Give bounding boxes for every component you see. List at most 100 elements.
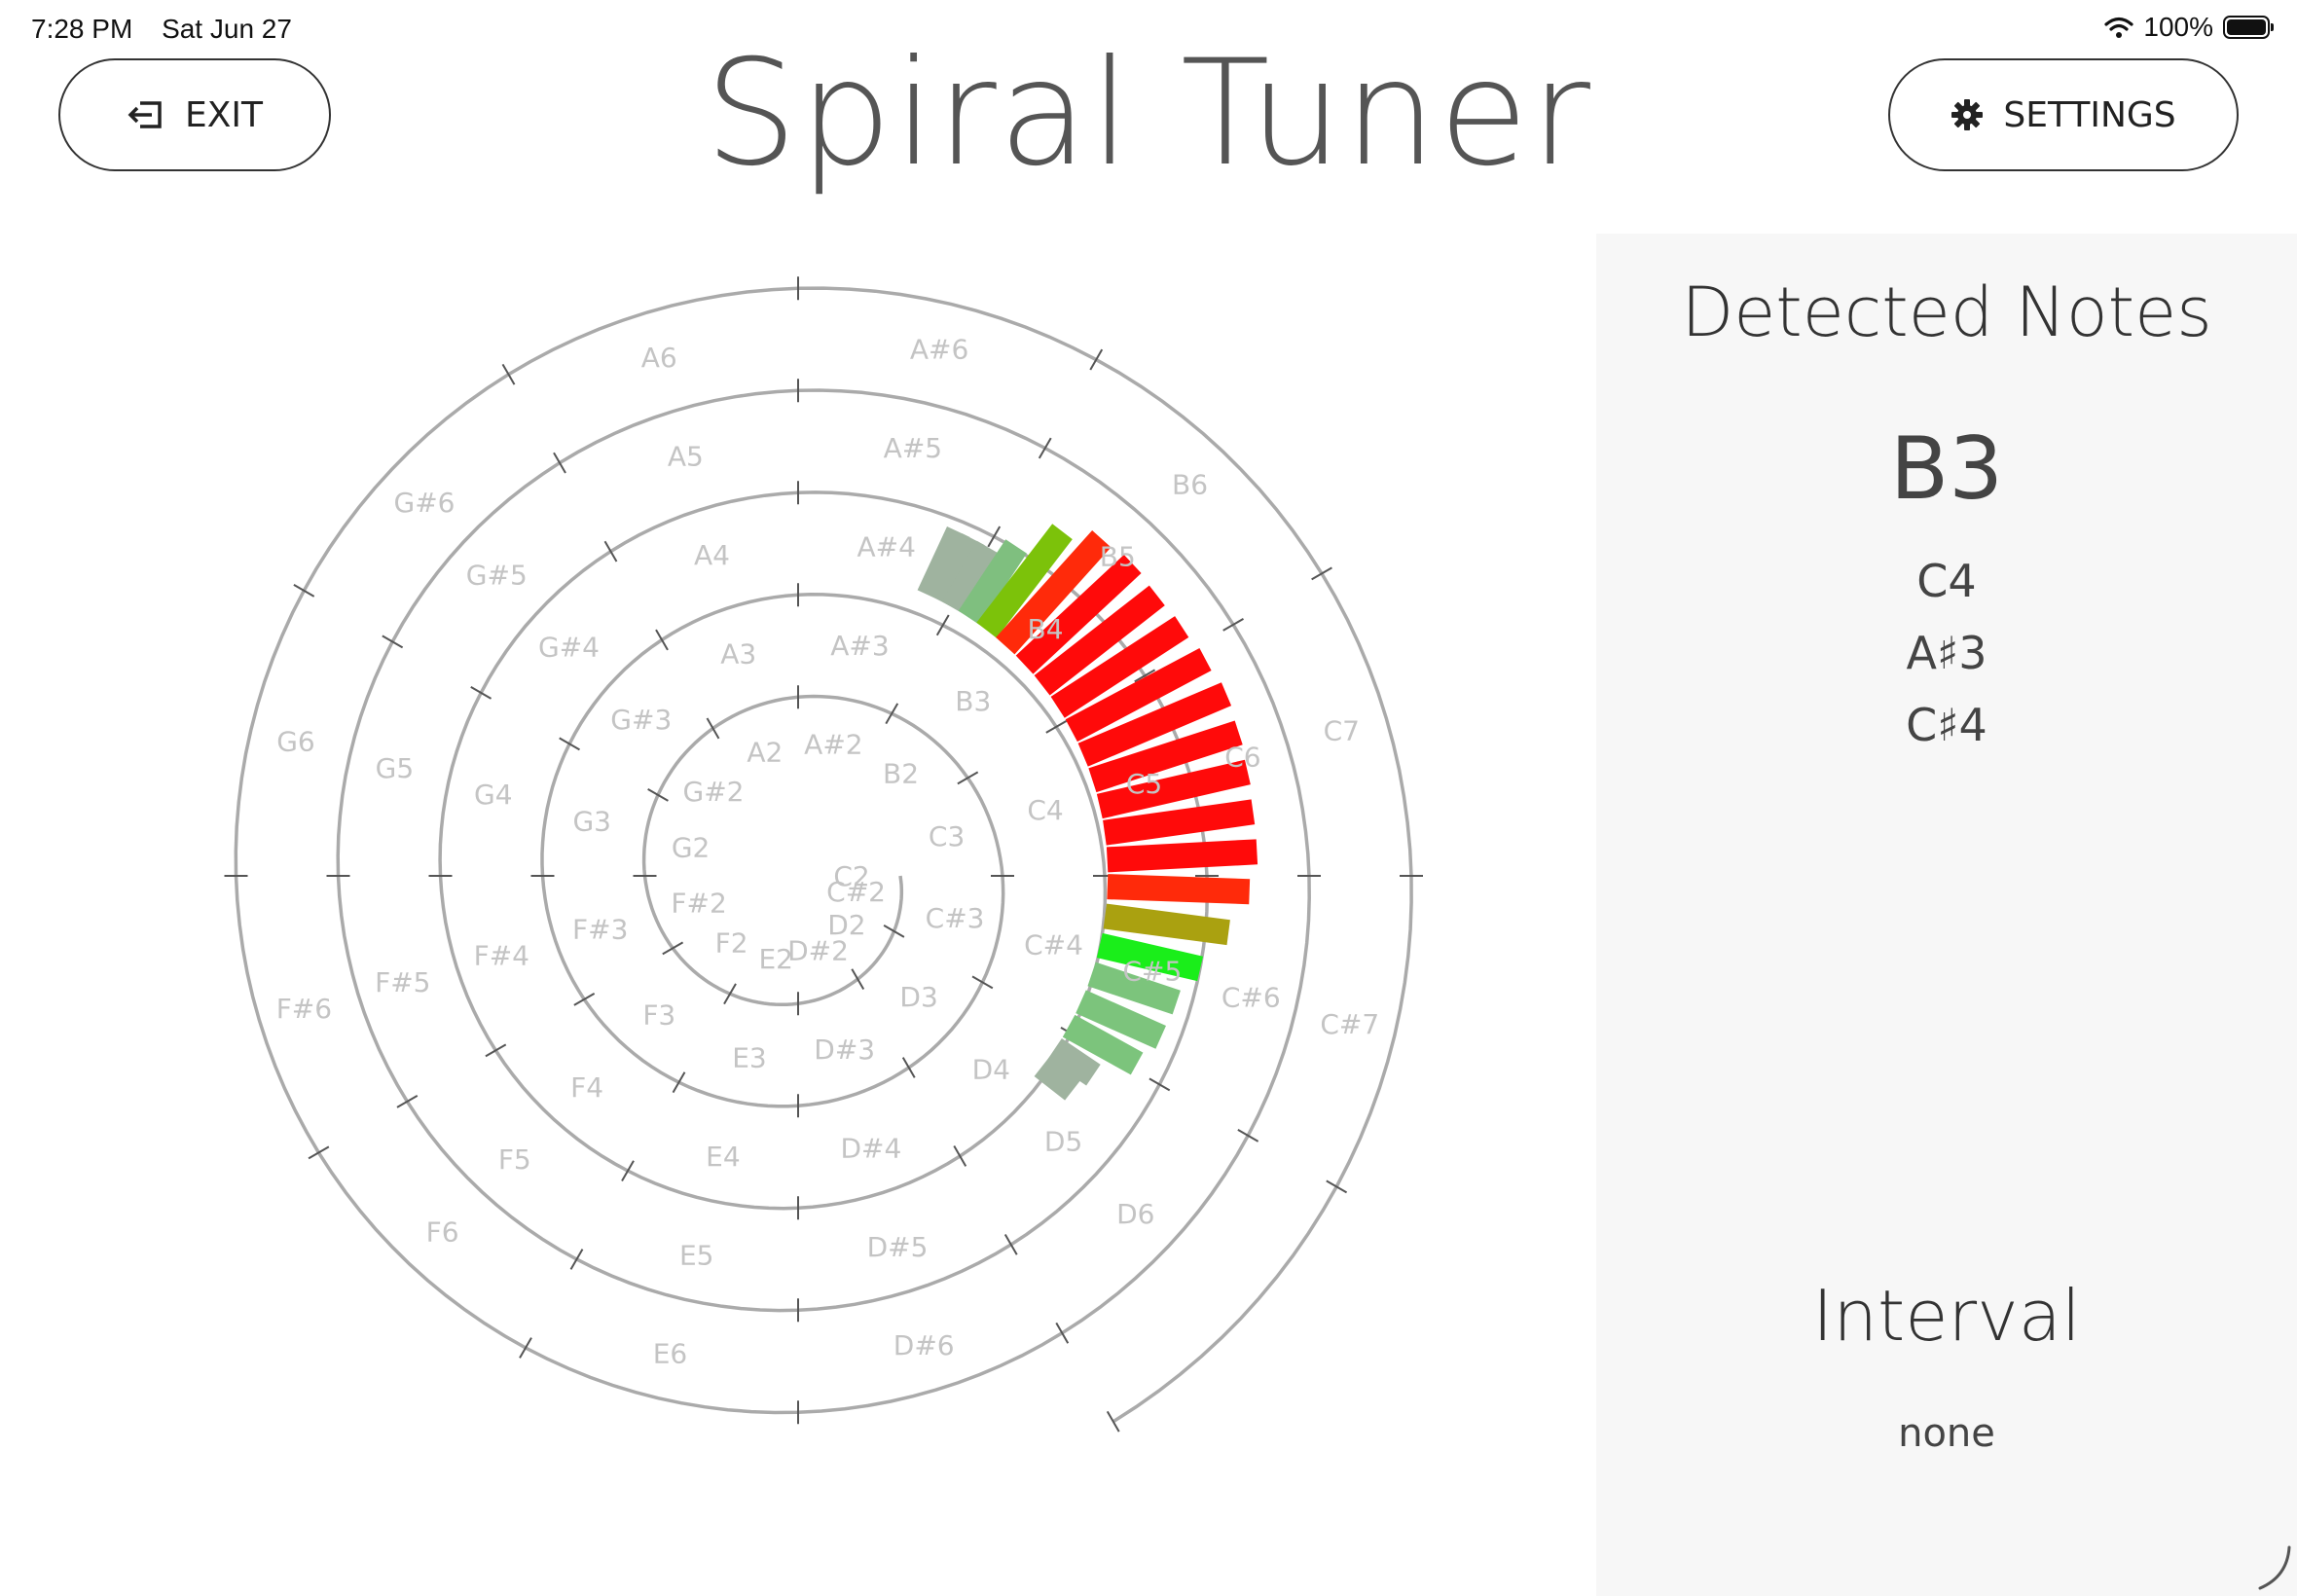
spiral-tick [485,1043,507,1058]
spiral-tick [1045,720,1068,734]
note-label: C7 [1324,714,1360,746]
note-label: B6 [1172,469,1208,501]
interval-heading: Interval [1812,1275,2081,1357]
spiral-tick [662,941,684,956]
note-label: D#5 [867,1231,929,1263]
spiral-tick [935,614,950,636]
note-label: G#5 [466,559,528,591]
note-label: G#2 [683,776,745,808]
detected-note-item: C♯4 [1906,699,1987,751]
note-label: A2 [747,737,783,769]
note-label: D6 [1116,1198,1154,1230]
wifi-icon [2104,17,2133,38]
note-label: A#3 [830,630,889,662]
spiral-tick [1089,348,1104,371]
note-label: A4 [694,539,730,571]
note-label: C#4 [1024,928,1083,961]
spiral-tick [1311,566,1332,581]
spiral-tick [953,1145,967,1167]
note-label: D#2 [787,935,849,967]
note-label: G5 [376,752,415,784]
detected-notes-heading: Detected Notes [1681,272,2212,352]
note-label: F5 [498,1143,531,1176]
note-label: G6 [276,726,315,758]
note-label: D#4 [840,1132,901,1164]
spiral-tick [1326,1179,1348,1194]
note-label: G4 [474,779,513,811]
note-label: F#4 [474,940,529,972]
note-label: B4 [1027,613,1063,645]
spiral-tick [559,737,580,751]
note-label: A#2 [804,728,862,760]
note-label: A6 [641,342,677,374]
note-label: F3 [642,999,675,1032]
tuner-spiral: C#2D2D#2E2F2F#2G2G#2A2 A#2B2C3C#3D3D#3E3F… [224,276,1423,1433]
note-label: F#2 [671,887,726,919]
note-label: C4 [1027,794,1063,826]
note-label: B3 [955,685,991,717]
settings-button[interactable]: SETTINGS [1888,58,2239,171]
spiral-tick [470,686,492,700]
detected-notes-list: C4 A♯3 C♯4 [1596,545,2297,761]
note-label: C#6 [1221,982,1281,1014]
spiral-tick [603,540,618,562]
note-label: C#5 [1122,956,1182,988]
note-label: A3 [720,637,756,670]
spiral-tick [1106,1410,1120,1433]
note-label: C#3 [926,902,985,934]
note-label: C#7 [1320,1008,1379,1040]
note-label: F4 [570,1071,603,1104]
note-label: G3 [572,805,611,837]
exit-button[interactable]: EXIT [58,58,331,171]
note-label: F6 [426,1215,459,1248]
spiral-tick [1003,1233,1018,1255]
exit-icon [128,101,162,128]
note-label: E2 [758,943,793,975]
gear-icon [1951,99,1984,130]
spiral-tick [851,968,865,990]
note-label: D#3 [814,1034,875,1066]
spiral-tick [501,363,516,385]
note-label: C6 [1224,742,1260,774]
spiral-tick [672,1071,686,1094]
note-label: G#3 [610,704,672,736]
spiral-tick [621,1160,635,1182]
status-left: 7:28 PM Sat Jun 27 [31,14,313,45]
note-label: F#6 [276,993,332,1025]
note-label: B5 [1100,541,1136,573]
interval-value: none [1898,1411,1995,1456]
note-label: E5 [679,1239,714,1271]
spiral-tick [1148,1077,1171,1092]
note-label: A#5 [884,432,942,464]
note-label: F#5 [375,966,430,998]
spiral-tick [901,1057,916,1078]
note-label: D4 [972,1053,1010,1085]
spiral-tick [569,1249,584,1270]
note-label: F#3 [572,914,628,946]
battery-icon [2223,16,2274,39]
note-label: A#6 [910,334,968,366]
spiral-tick [987,526,1002,548]
spectrum-bar [1107,874,1251,905]
detected-note-item: C4 [1916,555,1977,607]
note-label: G2 [672,831,711,863]
spiral-tick [553,452,566,474]
spiral-tick [1222,618,1244,632]
note-label: D5 [1044,1126,1082,1158]
note-label: A#4 [857,530,915,562]
note-label: D3 [899,981,937,1013]
app-title: Spiral Tuner [705,29,1592,199]
note-label-c2: C2 [833,860,869,892]
settings-label: SETTINGS [2003,94,2176,135]
spiral-tick [382,635,404,649]
spiral-tick [573,993,596,1006]
spiral-tick [655,629,669,651]
note-label: E3 [732,1041,767,1073]
spectrum-bar [1106,839,1258,873]
spiral-tick [957,771,979,785]
note-label: D#6 [893,1329,955,1361]
spiral-tick [519,1337,532,1359]
spiral-tick [1055,1322,1070,1344]
note-label: A5 [668,441,704,473]
battery-percent: 100% [2143,12,2213,42]
